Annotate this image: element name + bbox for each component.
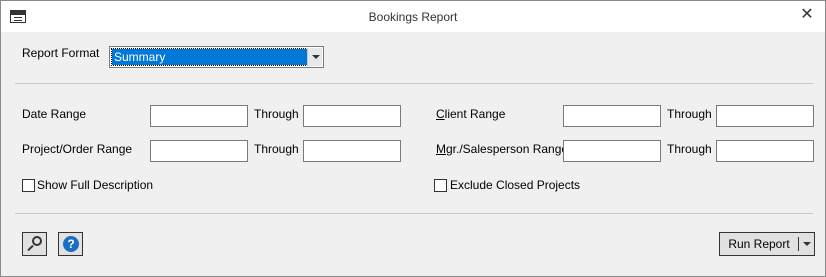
top-separator bbox=[15, 83, 813, 84]
mgr-salesperson-range-label: Mgr./Salesperson Range bbox=[436, 142, 569, 156]
mgr-salesperson-range-through-input[interactable] bbox=[716, 140, 814, 162]
exclude-closed-projects-checkbox[interactable] bbox=[434, 179, 447, 192]
project-order-range-through-input[interactable] bbox=[303, 140, 401, 162]
client-range-from-input[interactable] bbox=[563, 105, 661, 127]
report-format-label: Report Format bbox=[22, 46, 100, 60]
show-full-description-checkbox[interactable] bbox=[22, 179, 35, 192]
close-icon[interactable]: ✕ bbox=[797, 5, 817, 25]
client-range-label: Client Range bbox=[436, 107, 506, 121]
search-button[interactable] bbox=[22, 232, 47, 256]
help-icon: ? bbox=[63, 236, 79, 252]
client-range-through-label: Through bbox=[667, 107, 712, 121]
run-report-button[interactable]: Run Report bbox=[719, 232, 815, 256]
mgr-salesperson-range-label-rest: gr./Salesperson Range bbox=[446, 142, 569, 156]
title-bar: Bookings Report ✕ bbox=[1, 1, 825, 32]
date-range-through-input[interactable] bbox=[303, 105, 401, 127]
show-full-description-label: Show Full Description bbox=[37, 178, 154, 192]
project-order-range-through-label: Through bbox=[254, 142, 299, 156]
date-range-label: Date Range bbox=[22, 107, 87, 121]
client-range-label-rest: lient Range bbox=[444, 107, 506, 121]
report-format-select[interactable]: Summary bbox=[109, 46, 324, 68]
client-range-through-input[interactable] bbox=[716, 105, 814, 127]
bottom-separator bbox=[15, 213, 813, 214]
chevron-down-icon[interactable] bbox=[307, 48, 322, 66]
run-report-label: Run Report bbox=[728, 237, 790, 251]
report-format-value: Summary bbox=[111, 48, 308, 66]
bookings-report-dialog: Bookings Report ✕ Report Format Summary … bbox=[0, 0, 826, 277]
help-button[interactable]: ? bbox=[58, 232, 83, 256]
project-order-range-label: Project/Order Range bbox=[22, 142, 133, 156]
date-range-from-input[interactable] bbox=[150, 105, 248, 127]
project-order-range-from-input[interactable] bbox=[150, 140, 248, 162]
date-range-through-label: Through bbox=[254, 107, 299, 121]
split-divider bbox=[798, 237, 799, 251]
mgr-salesperson-range-from-input[interactable] bbox=[563, 140, 661, 162]
mgr-salesperson-range-through-label: Through bbox=[667, 142, 712, 156]
exclude-closed-projects-label: Exclude Closed Projects bbox=[450, 178, 581, 192]
window-title: Bookings Report bbox=[368, 10, 458, 24]
chevron-down-icon[interactable] bbox=[803, 242, 811, 246]
